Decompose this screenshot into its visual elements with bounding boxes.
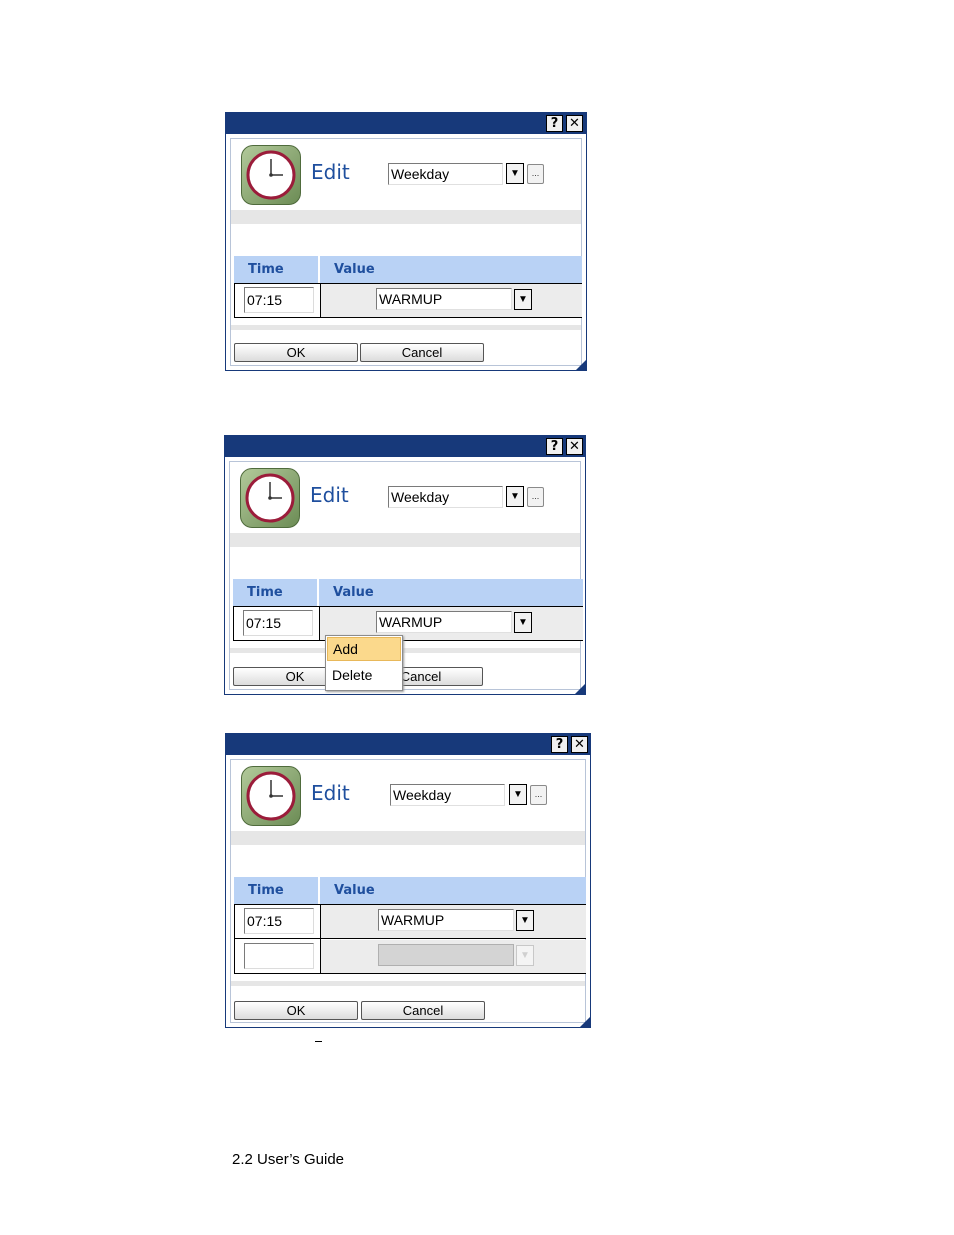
separator-band	[230, 648, 580, 653]
dialog-titlebar[interactable]: ? ✕	[226, 734, 590, 755]
close-button[interactable]: ✕	[566, 438, 583, 455]
value-column-header: Value	[320, 256, 582, 283]
value-combo-disabled	[378, 944, 514, 966]
stray-dash	[315, 1041, 322, 1042]
separator-band	[231, 981, 585, 986]
cell-divider	[234, 939, 235, 974]
schedule-combo[interactable]: Weekday	[390, 784, 505, 806]
dialog-panel: Edit Weekday ▼ ... Time Value 07:15 WARM…	[230, 759, 586, 1023]
dialog-titlebar[interactable]: ? ✕	[225, 436, 585, 457]
row-bottom-line	[234, 317, 582, 318]
cancel-button[interactable]: Cancel	[360, 343, 484, 362]
cell-divider	[320, 283, 321, 318]
value-dropdown-button-disabled: ▼	[516, 945, 534, 966]
page-footer: 2.2 User’s Guide	[232, 1151, 345, 1168]
separator-band	[231, 210, 581, 224]
schedule-ellipsis-button[interactable]: ...	[530, 785, 547, 805]
ok-button[interactable]: OK	[234, 1001, 358, 1020]
edit-dialog-2: ? ✕ Edit Weekday ▼ ... Time Value 07:15 …	[224, 435, 586, 695]
dialog-titlebar[interactable]: ? ✕	[226, 113, 586, 134]
schedule-dropdown-button[interactable]: ▼	[506, 163, 524, 184]
context-menu-item-delete[interactable]: Delete	[326, 662, 402, 688]
cancel-button[interactable]: Cancel	[361, 1001, 485, 1020]
time-column-header: Time	[233, 579, 317, 606]
cell-divider	[320, 939, 321, 974]
resize-grip-icon[interactable]	[576, 360, 586, 370]
row-bottom-line	[234, 973, 586, 974]
time-input[interactable]: 07:15	[244, 908, 314, 934]
close-button[interactable]: ✕	[566, 115, 583, 132]
resize-grip-icon[interactable]	[575, 684, 585, 694]
cell-divider	[319, 606, 320, 641]
time-input[interactable]: 07:15	[243, 610, 313, 636]
dialog-title: Edit	[311, 781, 350, 805]
edit-dialog-3: ? ✕ Edit Weekday ▼ ... Time Value 07:15 …	[225, 733, 591, 1028]
value-combo[interactable]: WARMUP	[378, 909, 514, 931]
close-button[interactable]: ✕	[571, 736, 588, 753]
value-column-header: Value	[319, 579, 583, 606]
schedule-combo[interactable]: Weekday	[388, 486, 503, 508]
schedule-combo[interactable]: Weekday	[388, 163, 503, 185]
schedule-dropdown-button[interactable]: ▼	[506, 486, 524, 507]
resize-grip-icon[interactable]	[580, 1017, 590, 1027]
context-menu-item-add[interactable]: Add	[327, 637, 401, 661]
cell-divider	[234, 283, 235, 318]
cell-divider	[233, 606, 234, 641]
schedule-ellipsis-button[interactable]: ...	[527, 164, 544, 184]
schedule-ellipsis-button[interactable]: ...	[527, 487, 544, 507]
dialog-panel: Edit Weekday ▼ ... Time Value 07:15 WARM…	[230, 138, 582, 366]
value-dropdown-button[interactable]: ▼	[514, 612, 532, 633]
row-top-line	[233, 606, 583, 607]
time-input-new[interactable]	[244, 943, 314, 969]
row-top-line	[234, 283, 582, 284]
help-button[interactable]: ?	[546, 438, 563, 455]
time-column-header: Time	[234, 256, 318, 283]
ok-button[interactable]: OK	[234, 343, 358, 362]
value-dropdown-button[interactable]: ▼	[516, 910, 534, 931]
time-column-header: Time	[234, 877, 318, 904]
dialog-title: Edit	[311, 160, 350, 184]
time-input[interactable]: 07:15	[244, 287, 314, 313]
row-top-line	[234, 904, 586, 905]
help-button[interactable]: ?	[551, 736, 568, 753]
dialog-title: Edit	[310, 483, 349, 507]
help-button[interactable]: ?	[546, 115, 563, 132]
separator-band	[231, 325, 581, 330]
schedule-dropdown-button[interactable]: ▼	[509, 784, 527, 805]
cell-divider	[234, 904, 235, 939]
separator-band	[230, 533, 580, 547]
clock-icon	[241, 145, 301, 205]
clock-icon	[240, 468, 300, 528]
clock-icon	[241, 766, 301, 826]
row-bottom-line	[233, 640, 583, 641]
row-bottom-line	[234, 938, 586, 939]
edit-dialog-1: ? ✕ Edit Weekday ▼ ... Time Value 07:15 …	[225, 112, 587, 371]
value-combo[interactable]: WARMUP	[376, 611, 512, 633]
separator-band	[231, 831, 585, 845]
value-combo[interactable]: WARMUP	[376, 288, 512, 310]
dialog-panel: Edit Weekday ▼ ... Time Value 07:15 WARM…	[229, 461, 583, 690]
context-menu: Add Delete	[325, 635, 403, 691]
value-column-header: Value	[320, 877, 586, 904]
value-dropdown-button[interactable]: ▼	[514, 289, 532, 310]
cell-divider	[320, 904, 321, 939]
